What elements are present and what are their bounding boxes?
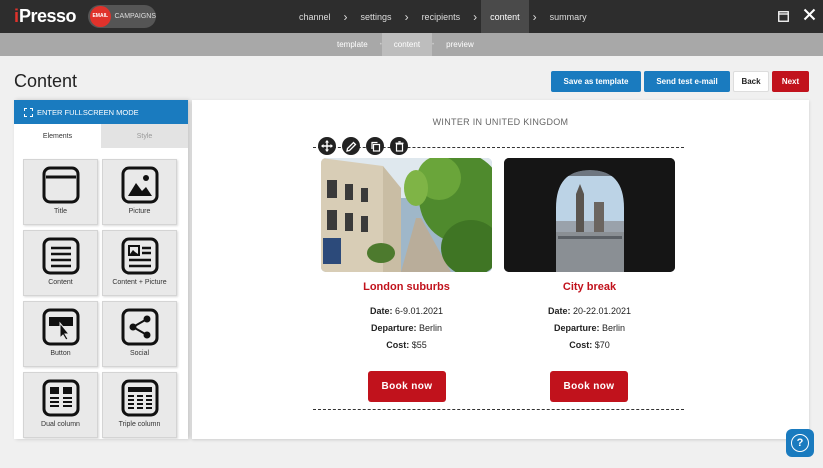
email-heading[interactable]: WINTER IN UNITED KINGDOM bbox=[192, 117, 809, 127]
send-test-email-button[interactable]: Send test e-mail bbox=[644, 71, 730, 92]
sub-navigation-bar: template • content • preview bbox=[0, 33, 823, 56]
content-picture-block-icon bbox=[121, 237, 158, 275]
next-button[interactable]: Next bbox=[772, 71, 809, 92]
departure-value: Berlin bbox=[602, 323, 626, 333]
logo-text: Presso bbox=[19, 5, 77, 26]
email-canvas[interactable]: WINTER IN UNITED KINGDOM London suburbs … bbox=[192, 100, 809, 439]
departure-label: Departure: bbox=[370, 323, 417, 333]
dual-column-icon bbox=[42, 379, 79, 417]
tile-label: Triple column bbox=[118, 421, 161, 428]
picture-block-icon bbox=[121, 166, 158, 204]
save-as-template-button[interactable]: Save as template bbox=[551, 71, 641, 92]
step-content[interactable]: content bbox=[481, 0, 529, 33]
tile-triple-column[interactable]: Triple column bbox=[102, 372, 177, 438]
chevron-right-icon: › bbox=[473, 9, 478, 24]
tile-label: Content bbox=[48, 279, 73, 286]
edit-pencil-icon[interactable] bbox=[342, 137, 360, 155]
step-summary[interactable]: summary bbox=[541, 0, 596, 33]
tile-picture[interactable]: Picture bbox=[102, 159, 177, 225]
fullscreen-label: ENTER FULLSCREEN MODE bbox=[37, 107, 139, 117]
fullscreen-icon bbox=[24, 107, 33, 117]
cost-value: $55 bbox=[411, 340, 427, 350]
block-toolbar bbox=[318, 137, 408, 155]
tile-title[interactable]: Title bbox=[23, 159, 98, 225]
chevron-right-icon: › bbox=[404, 9, 409, 24]
substep-preview[interactable]: preview bbox=[434, 33, 486, 56]
date-label: Date: bbox=[547, 306, 571, 316]
book-now-button[interactable]: Book now bbox=[550, 371, 628, 402]
card-date-line: Date: 6-9.01.2021 bbox=[321, 306, 492, 316]
card-departure-line: Departure: Berlin bbox=[321, 323, 492, 333]
minimize-icon[interactable] bbox=[778, 9, 789, 25]
duplicate-icon[interactable] bbox=[366, 137, 384, 155]
tile-social[interactable]: Social bbox=[102, 301, 177, 367]
card-cost-line: Cost: $55 bbox=[321, 340, 492, 350]
date-value: 6-9.01.2021 bbox=[394, 306, 444, 316]
card-date-line: Date: 20-22.01.2021 bbox=[504, 306, 675, 316]
tile-content[interactable]: Content bbox=[23, 230, 98, 296]
question-mark-icon: ? bbox=[791, 434, 809, 452]
card-cost-line: Cost: $70 bbox=[504, 340, 675, 350]
step-channel[interactable]: channel bbox=[290, 0, 340, 33]
card-title[interactable]: London suburbs bbox=[321, 281, 492, 293]
fullscreen-mode-button[interactable]: ENTER FULLSCREEN MODE bbox=[14, 100, 188, 124]
tile-label: Dual column bbox=[41, 421, 80, 428]
back-button[interactable]: Back bbox=[733, 71, 769, 92]
sidebar-tabs: Elements Style bbox=[14, 124, 188, 148]
module-switcher[interactable]: EMAIL CAMPAIGNS bbox=[88, 5, 156, 28]
card-title[interactable]: City break bbox=[504, 281, 675, 293]
block-bottom-border bbox=[313, 409, 684, 410]
departure-label: Departure: bbox=[553, 323, 600, 333]
cost-label: Cost: bbox=[569, 340, 593, 350]
module-badge: EMAIL bbox=[90, 6, 111, 27]
substep-content[interactable]: content bbox=[381, 33, 433, 56]
elements-sidebar: ENTER FULLSCREEN MODE Elements Style Tit… bbox=[14, 100, 188, 439]
module-label: CAMPAIGNS bbox=[114, 13, 157, 20]
date-label: Date: bbox=[369, 306, 393, 316]
cost-value: $70 bbox=[594, 340, 610, 350]
trash-icon[interactable] bbox=[390, 137, 408, 155]
tile-label: Button bbox=[50, 350, 71, 357]
tab-style[interactable]: Style bbox=[101, 124, 188, 148]
tile-label: Picture bbox=[128, 208, 151, 215]
triple-column-icon bbox=[121, 379, 158, 417]
date-value: 20-22.01.2021 bbox=[572, 306, 632, 316]
chevron-right-icon: › bbox=[343, 9, 348, 24]
step-recipients[interactable]: recipients bbox=[413, 0, 470, 33]
tile-label: Content + Picture bbox=[112, 279, 167, 286]
social-share-icon bbox=[121, 308, 158, 346]
wizard-steps: channel › settings › recipients › conten… bbox=[290, 0, 596, 33]
tile-content-picture[interactable]: Content + Picture bbox=[102, 230, 177, 296]
page-title: Content bbox=[14, 71, 78, 91]
title-block-icon bbox=[42, 166, 79, 204]
departure-value: Berlin bbox=[419, 323, 443, 333]
help-button[interactable]: ? bbox=[786, 429, 814, 457]
move-icon[interactable] bbox=[318, 137, 336, 155]
tile-label: Social bbox=[129, 350, 150, 357]
tile-dual-column[interactable]: Dual column bbox=[23, 372, 98, 438]
content-block-icon bbox=[42, 237, 79, 275]
content-substeps: template • content • preview bbox=[325, 33, 486, 56]
london-suburbs-photo[interactable] bbox=[321, 158, 492, 272]
button-block-icon bbox=[42, 308, 79, 346]
element-tiles: Title Picture Content Content + Picture … bbox=[23, 159, 177, 438]
top-navigation-bar: i Presso EMAIL CAMPAIGNS channel › setti… bbox=[0, 0, 823, 33]
ipresso-logo[interactable]: i Presso bbox=[14, 5, 77, 27]
tile-label: Title bbox=[54, 208, 67, 215]
step-settings[interactable]: settings bbox=[352, 0, 401, 33]
tab-elements[interactable]: Elements bbox=[14, 124, 101, 148]
substep-template[interactable]: template bbox=[325, 33, 380, 56]
card-departure-line: Departure: Berlin bbox=[504, 323, 675, 333]
city-break-photo[interactable] bbox=[504, 158, 675, 272]
cost-label: Cost: bbox=[386, 340, 410, 350]
book-now-button[interactable]: Book now bbox=[368, 371, 446, 402]
close-icon[interactable] bbox=[803, 8, 816, 24]
chevron-right-icon: › bbox=[532, 9, 537, 24]
tile-button[interactable]: Button bbox=[23, 301, 98, 367]
